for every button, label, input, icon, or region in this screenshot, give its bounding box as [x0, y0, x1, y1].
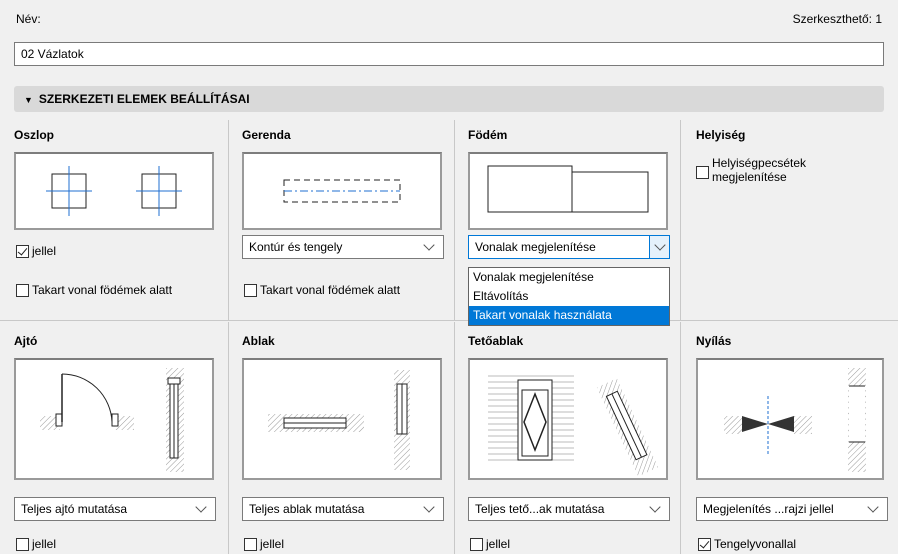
checkbox-icon[interactable] — [244, 283, 257, 297]
helyiseg-title: Helyiség — [696, 128, 746, 142]
select-value: Teljes tető...ak mutatása — [475, 502, 605, 516]
door-symbol-icon — [40, 368, 184, 472]
nyilas-select[interactable]: Megjelenítés ...rajzi jellel — [696, 497, 888, 521]
fodem-dropdown-list: Vonalak megjelenítése Eltávolítás Takart… — [468, 267, 670, 326]
checkbox-icon[interactable] — [16, 537, 29, 551]
dropdown-button[interactable] — [649, 236, 669, 258]
chevron-down-icon — [423, 501, 435, 513]
row-divider — [0, 320, 898, 321]
checkbox-label: jellel — [32, 244, 57, 258]
beam-preview — [242, 152, 442, 230]
ablak-title: Ablak — [242, 334, 275, 348]
dropdown-option[interactable]: Vonalak megjelenítése — [469, 268, 669, 287]
checkbox-label: jellel — [486, 537, 511, 551]
checkbox-icon[interactable] — [244, 537, 257, 551]
window-preview — [242, 358, 442, 480]
column-preview — [14, 152, 214, 230]
checkbox-label: jellel — [32, 537, 57, 551]
select-value: Kontúr és tengely — [249, 240, 343, 254]
checkbox-label: jellel — [260, 537, 285, 551]
slab-symbol-icon — [487, 165, 649, 213]
opening-preview — [696, 358, 884, 480]
chevron-down-icon — [867, 501, 879, 513]
checkbox-label: Helyiségpecsétek megjelenítése — [712, 156, 807, 184]
select-value: Teljes ablak mutatása — [249, 502, 365, 516]
ajto-jellel-checkbox[interactable]: jellel — [16, 537, 56, 551]
column-divider — [454, 322, 455, 554]
nyilas-title: Nyílás — [696, 334, 732, 348]
ajto-title: Ajtó — [14, 334, 38, 348]
checkbox-label: Tengelyvonallal — [714, 537, 797, 551]
column-divider — [228, 322, 229, 554]
section-header[interactable]: ▼ SZERKEZETI ELEMEK BEÁLLÍTÁSAI — [14, 86, 884, 112]
ablak-select[interactable]: Teljes ablak mutatása — [242, 497, 444, 521]
dropdown-option[interactable]: Eltávolítás — [469, 287, 669, 306]
nyilas-tengely-checkbox[interactable]: Tengelyvonallal — [698, 537, 796, 551]
select-value: Teljes ajtó mutatása — [21, 502, 128, 516]
column-divider — [680, 120, 681, 320]
dropdown-option-highlighted[interactable]: Takart vonalak használata — [469, 306, 669, 325]
column-divider — [228, 120, 229, 320]
column-symbol-icon — [46, 166, 182, 216]
select-value: Vonalak megjelenítése — [475, 240, 596, 254]
tetoablak-title: Tetőablak — [468, 334, 524, 348]
chevron-down-icon — [195, 501, 207, 513]
gerenda-select[interactable]: Kontúr és tengely — [242, 235, 444, 259]
name-input[interactable]: 02 Vázlatok — [14, 42, 884, 66]
checkbox-icon[interactable] — [698, 537, 711, 551]
editable-count: Szerkeszthető: 1 — [792, 12, 882, 26]
checkbox-icon[interactable] — [696, 166, 709, 179]
beam-symbol-icon — [283, 179, 401, 203]
chevron-down-icon — [649, 501, 661, 513]
gerenda-title: Gerenda — [242, 128, 291, 142]
oszlop-jellel-checkbox[interactable]: jellel — [16, 244, 56, 258]
checkbox-icon[interactable] — [16, 283, 29, 297]
chevron-down-icon — [423, 239, 435, 251]
window-symbol-icon — [268, 370, 410, 470]
select-value: Megjelenítés ...rajzi jellel — [703, 502, 834, 516]
gerenda-takart-checkbox[interactable]: Takart vonal födémek alatt — [244, 283, 400, 297]
checkbox-icon[interactable] — [16, 244, 29, 258]
ajto-select[interactable]: Teljes ajtó mutatása — [14, 497, 216, 521]
chevron-down-icon — [653, 239, 666, 251]
opening-symbol-icon — [724, 368, 866, 472]
column-divider — [680, 322, 681, 554]
roof-window-preview — [468, 358, 668, 480]
column-divider — [454, 120, 455, 320]
name-label: Név: — [16, 12, 41, 26]
tetoablak-jellel-checkbox[interactable]: jellel — [470, 537, 510, 551]
ablak-jellel-checkbox[interactable]: jellel — [244, 537, 284, 551]
fodem-select[interactable]: Vonalak megjelenítése — [468, 235, 670, 259]
tetoablak-select[interactable]: Teljes tető...ak mutatása — [468, 497, 670, 521]
collapse-triangle-icon: ▼ — [24, 95, 33, 105]
oszlop-title: Oszlop — [14, 128, 55, 142]
section-title: SZERKEZETI ELEMEK BEÁLLÍTÁSAI — [38, 92, 250, 106]
helyiseg-checkbox[interactable]: Helyiségpecsétek megjelenítése — [696, 156, 866, 184]
fodem-title: Födém — [468, 128, 508, 142]
checkbox-label: Takart vonal födémek alatt — [260, 283, 401, 297]
checkbox-label: Takart vonal födémek alatt — [32, 283, 173, 297]
slab-preview — [468, 152, 668, 230]
checkbox-icon[interactable] — [470, 537, 483, 551]
oszlop-takart-checkbox[interactable]: Takart vonal födémek alatt — [16, 283, 172, 297]
door-preview — [14, 358, 214, 480]
roof-window-symbol-icon — [488, 375, 659, 477]
